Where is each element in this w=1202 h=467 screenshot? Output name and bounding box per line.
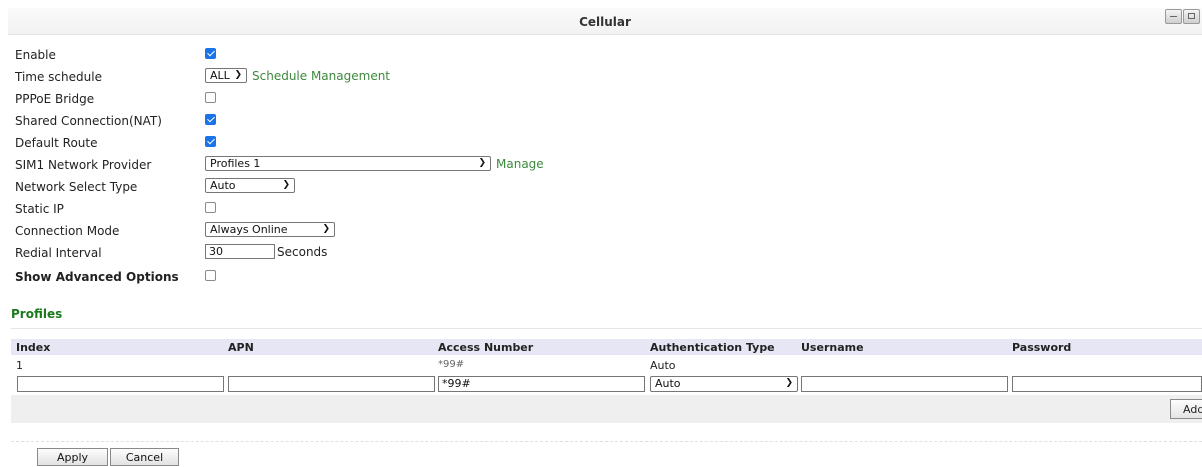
static-ip-label: Static IP	[15, 202, 64, 216]
advanced-options-checkbox[interactable]	[205, 270, 216, 281]
enable-checkbox[interactable]	[205, 48, 216, 59]
title-bar: Cellular	[8, 8, 1202, 35]
time-schedule-value: ALL	[210, 69, 230, 82]
connection-mode-label: Connection Mode	[15, 224, 120, 238]
cancel-button[interactable]: Cancel	[110, 448, 179, 466]
chevron-down-icon: ❯	[282, 180, 290, 190]
new-access-number-input[interactable]: *99#	[438, 376, 645, 392]
add-bar: Add	[11, 395, 1202, 423]
sim1-provider-label: SIM1 Network Provider	[15, 158, 152, 172]
row-index-cell: 1	[16, 359, 23, 372]
shared-connection-checkbox[interactable]	[205, 114, 216, 125]
pppoe-label: PPPoE Bridge	[15, 92, 95, 106]
row-static-ip: Static IP	[15, 199, 915, 219]
column-header-apn: APN	[228, 341, 254, 354]
sim1-provider-value: Profiles 1	[210, 157, 261, 170]
redial-interval-input[interactable]: 30	[205, 244, 275, 259]
new-password-input[interactable]	[1012, 376, 1202, 392]
profiles-table: Index APN Access Number Authentication T…	[11, 328, 1202, 425]
time-schedule-label: Time schedule	[15, 70, 102, 84]
new-username-input[interactable]	[801, 376, 1008, 392]
shared-connection-label: Shared Connection(NAT)	[15, 114, 162, 128]
enable-label: Enable	[15, 48, 56, 62]
manage-link[interactable]: Manage	[496, 157, 544, 171]
apply-button[interactable]: Apply	[37, 448, 108, 466]
column-header-index: Index	[16, 341, 51, 354]
new-auth-type-select[interactable]: Auto ❯	[650, 376, 798, 392]
chevron-down-icon: ❯	[234, 70, 242, 80]
maximize-icon[interactable]	[1183, 9, 1200, 24]
row-shared-connection: Shared Connection(NAT)	[15, 111, 915, 131]
window-controls	[1165, 9, 1200, 24]
row-redial-interval: Redial Interval 30 Seconds	[15, 243, 915, 263]
redial-unit: Seconds	[277, 244, 328, 259]
row-time-schedule: Time schedule ALL ❯ Schedule Management	[15, 67, 915, 87]
network-select-value: Auto	[210, 179, 236, 192]
connection-mode-select[interactable]: Always Online ❯	[205, 222, 335, 237]
new-index-input[interactable]	[17, 376, 224, 392]
row-access-number-cell: *99#	[438, 359, 465, 370]
row-pppoe: PPPoE Bridge	[15, 89, 915, 109]
default-route-label: Default Route	[15, 136, 98, 150]
row-advanced-options: Show Advanced Options	[15, 267, 915, 287]
default-route-checkbox[interactable]	[205, 136, 216, 147]
profiles-table-header: Index APN Access Number Authentication T…	[11, 339, 1202, 355]
network-select-label: Network Select Type	[15, 180, 138, 194]
divider	[11, 441, 1202, 442]
time-schedule-select[interactable]: ALL ❯	[205, 68, 247, 83]
column-header-password: Password	[1012, 341, 1072, 354]
chevron-down-icon: ❯	[478, 158, 486, 168]
chevron-down-icon: ❯	[322, 224, 330, 234]
schedule-management-link[interactable]: Schedule Management	[252, 69, 390, 83]
sim1-provider-select[interactable]: Profiles 1 ❯	[205, 156, 491, 171]
row-sim1-provider: SIM1 Network Provider Profiles 1 ❯ Manage	[15, 155, 915, 175]
static-ip-checkbox[interactable]	[205, 202, 216, 213]
page-title: Cellular	[579, 15, 631, 29]
row-enable: Enable	[15, 45, 915, 65]
column-header-username: Username	[801, 341, 864, 354]
row-network-select: Network Select Type Auto ❯	[15, 177, 915, 197]
connection-mode-value: Always Online	[210, 223, 288, 236]
row-auth-cell: Auto	[650, 359, 676, 372]
redial-interval-label: Redial Interval	[15, 246, 102, 260]
row-default-route: Default Route	[15, 133, 915, 153]
row-connection-mode: Connection Mode Always Online ❯	[15, 221, 915, 241]
column-header-auth-type: Authentication Type	[650, 341, 775, 354]
network-select-dropdown[interactable]: Auto ❯	[205, 178, 295, 193]
new-auth-type-value: Auto	[655, 377, 681, 390]
advanced-options-label: Show Advanced Options	[15, 270, 179, 284]
add-button[interactable]: Add	[1170, 399, 1202, 419]
minimize-icon[interactable]	[1165, 9, 1182, 24]
chevron-down-icon: ❯	[785, 378, 793, 388]
pppoe-checkbox[interactable]	[205, 92, 216, 103]
new-apn-input[interactable]	[228, 376, 435, 392]
column-header-access-number: Access Number	[438, 341, 534, 354]
profiles-title: Profiles	[11, 307, 63, 321]
